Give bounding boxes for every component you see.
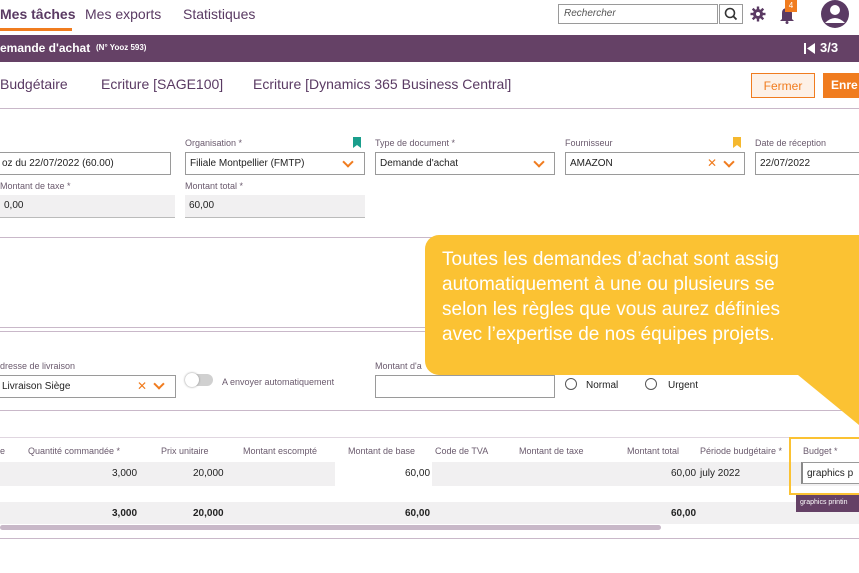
close-button[interactable]: Fermer — [751, 73, 815, 98]
toggle-knob — [185, 373, 199, 387]
divider — [0, 538, 859, 539]
document-title: emande d'achat — [0, 41, 91, 55]
callout-pointer — [798, 375, 859, 425]
tab-statistiques[interactable]: Statistiques — [183, 6, 255, 22]
first-page-icon[interactable] — [803, 42, 817, 55]
auto-send-toggle[interactable] — [185, 373, 213, 387]
tax-label: Montant de taxe * — [0, 181, 71, 191]
priority-urgent-label: Urgent — [668, 380, 699, 391]
col-header-discount: Montant escompté — [243, 446, 318, 456]
active-tab-indicator — [0, 28, 72, 31]
pager-count: 3/3 — [820, 40, 839, 55]
doctype-select[interactable]: Demande d'achat — [375, 152, 555, 175]
bookmark-icon[interactable] — [733, 137, 741, 148]
document-header: emande d'achat (N° Yooz 593) 3/3 — [0, 35, 859, 62]
delivery-label: dresse de livraison — [0, 361, 76, 371]
col-header-period: Période budgétaire * — [700, 446, 783, 456]
cell-quantity: 3,000 — [112, 468, 138, 479]
search-button[interactable] — [719, 4, 743, 24]
reception-date-field[interactable]: 22/07/2022 — [755, 152, 859, 175]
tab-mes-taches[interactable]: Mes tâches — [0, 6, 75, 22]
amount-field[interactable] — [375, 375, 555, 398]
document-number: (N° Yooz 593) — [96, 43, 147, 52]
bookmark-icon[interactable] — [353, 137, 361, 148]
divider — [0, 410, 859, 411]
total-unit-price: 20,000 — [193, 508, 224, 519]
doctype-label: Type de document * — [375, 138, 456, 148]
organisation-select[interactable]: Filiale Montpellier (FMTP) — [185, 152, 365, 175]
user-avatar-icon[interactable] — [819, 0, 851, 30]
delivery-address-select[interactable]: Livraison Siège — [0, 375, 176, 398]
subtab-dynamics365[interactable]: Ecriture [Dynamics 365 Business Central] — [253, 76, 511, 92]
total-amount-field: 60,00 — [185, 195, 365, 218]
notification-badge: 4 — [785, 0, 797, 12]
cell-total: 60,00 — [671, 468, 697, 479]
budget-tooltip: graphics printin — [796, 495, 859, 512]
info-callout: Toutes les demandes d’achat sont assig a… — [425, 235, 859, 375]
tab-mes-exports[interactable]: Mes exports — [85, 6, 161, 22]
gear-icon[interactable] — [750, 6, 766, 22]
total-total: 60,00 — [671, 508, 697, 519]
col-header-quantity: Quantité commandée * — [28, 446, 121, 456]
supplier-select[interactable]: AMAZON — [565, 152, 745, 175]
subtab-sage100[interactable]: Ecriture [SAGE100] — [101, 76, 223, 92]
save-button[interactable]: Enre — [823, 73, 859, 98]
total-quantity: 3,000 — [112, 508, 138, 519]
supplier-label: Fournisseur — [565, 138, 613, 148]
col-header-vat-code: Code de TVA — [435, 446, 489, 456]
top-navigation: Mes tâches Mes exports Statistiques Rech… — [0, 0, 859, 34]
col-header-base: Montant de base — [348, 446, 416, 456]
horizontal-scrollbar[interactable] — [0, 525, 661, 530]
reception-label: Date de réception — [755, 138, 827, 148]
divider — [0, 108, 859, 109]
col-header: e — [0, 446, 6, 456]
search-input[interactable]: Rechercher — [558, 4, 718, 24]
subtab-budgetaire[interactable]: Budgétaire — [0, 76, 68, 92]
tax-amount-field: 0,00 — [0, 195, 175, 218]
total-base: 60,00 — [405, 508, 431, 519]
col-header-unit-price: Prix unitaire — [161, 446, 209, 456]
amount-label: Montant d'a — [375, 361, 422, 371]
clear-icon[interactable]: ✕ — [707, 156, 717, 170]
total-label: Montant total * — [185, 181, 244, 191]
priority-normal-radio[interactable] — [565, 378, 577, 390]
cell-period: july 2022 — [700, 468, 741, 479]
callout-line: selon les règles que vous aurez définies — [442, 299, 780, 320]
priority-urgent-radio[interactable] — [645, 378, 657, 390]
callout-line: automatiquement à une ou plusieurs se — [442, 274, 775, 295]
callout-line: avec l’expertise de nos équipes projets. — [442, 324, 775, 345]
priority-normal-label: Normal — [586, 380, 619, 391]
cell-unit-price: 20,000 — [193, 468, 224, 479]
auto-send-label: A envoyer automatiquement — [222, 377, 335, 387]
clear-icon[interactable]: ✕ — [137, 379, 147, 393]
col-header-tax: Montant de taxe — [519, 446, 584, 456]
document-field[interactable]: oz du 22/07/2022 (60.00) — [0, 152, 171, 175]
col-header-total: Montant total — [627, 446, 680, 456]
budget-field[interactable]: graphics p — [801, 462, 859, 484]
organisation-label: Organisation * — [185, 138, 243, 148]
callout-line: Toutes les demandes d’achat sont assig — [442, 249, 779, 270]
search-icon — [724, 7, 738, 21]
cell-base: 60,00 — [405, 468, 431, 479]
divider — [0, 437, 859, 438]
